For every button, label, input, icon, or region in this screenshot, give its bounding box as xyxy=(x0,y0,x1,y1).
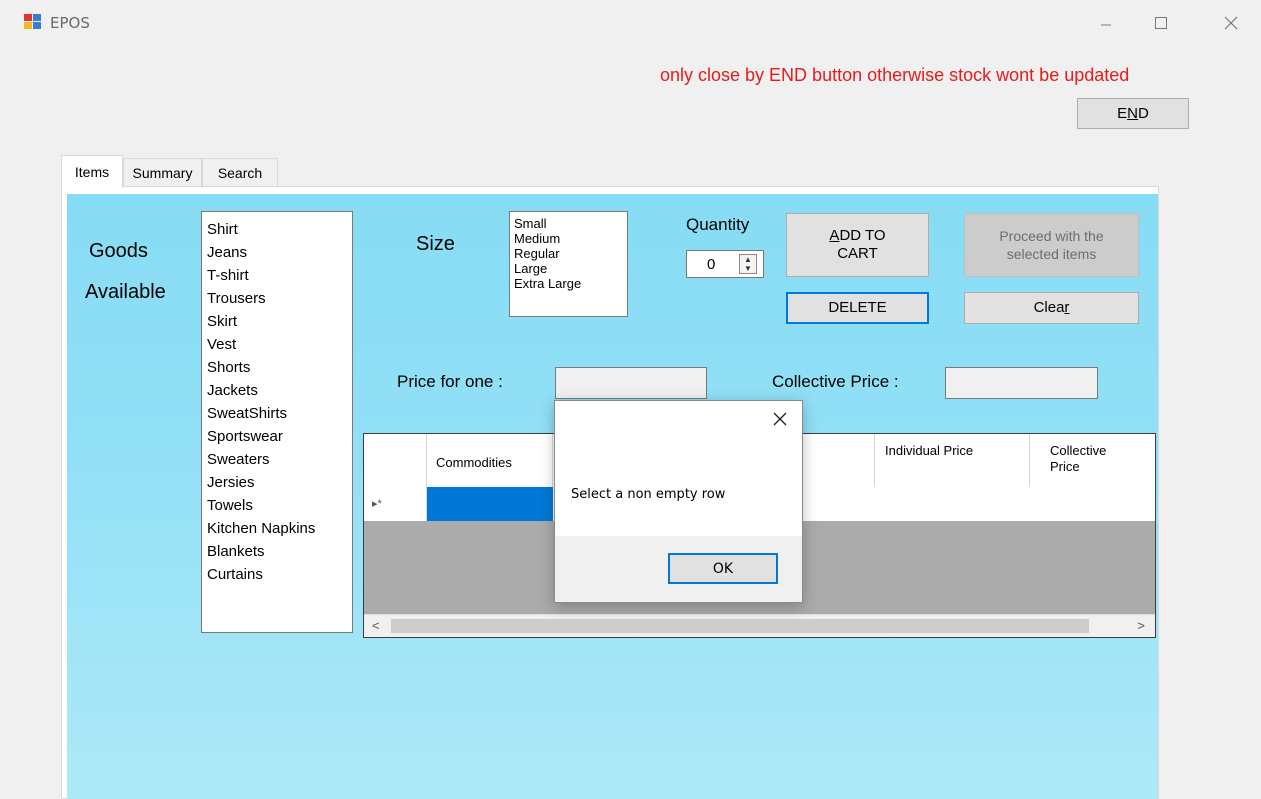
new-row-marker: ▸* xyxy=(364,487,427,521)
close-window-button[interactable] xyxy=(1208,8,1254,38)
dialog-close-icon[interactable] xyxy=(772,411,792,431)
goods-label-line1: Goods xyxy=(89,240,148,262)
title-bar xyxy=(0,0,1261,46)
column-header-commodities[interactable]: Commodities xyxy=(427,434,553,487)
app-icon xyxy=(24,14,41,29)
scroll-left-icon[interactable]: < xyxy=(372,618,380,633)
proceed-button[interactable]: Proceed with the selected items xyxy=(964,213,1139,277)
goods-item[interactable]: Blankets xyxy=(207,540,352,563)
size-option[interactable]: Regular xyxy=(514,246,627,261)
quantity-stepper[interactable]: 0 ▲ ▼ xyxy=(686,250,764,278)
end-button[interactable]: END xyxy=(1077,98,1189,129)
size-option[interactable]: Large xyxy=(514,261,627,276)
tab-search[interactable]: Search xyxy=(202,158,278,186)
goods-item[interactable]: Shorts xyxy=(207,356,352,379)
size-option[interactable]: Extra Large xyxy=(514,276,627,291)
size-option[interactable]: Small xyxy=(514,216,627,231)
collective-price-label: Collective Price : xyxy=(772,372,899,391)
goods-item[interactable]: SweatShirts xyxy=(207,402,352,425)
goods-item[interactable]: Trousers xyxy=(207,287,352,310)
size-label: Size xyxy=(416,233,455,255)
price-for-one-label: Price for one : xyxy=(397,372,503,391)
minimize-button[interactable] xyxy=(1083,8,1129,38)
dialog-footer: OK xyxy=(555,536,802,602)
message-dialog: Select a non empty row OK xyxy=(554,400,803,603)
column-header-collective-price[interactable]: Collective Price xyxy=(1030,434,1155,487)
add-to-cart-label: ADD TO CART xyxy=(829,227,886,262)
tab-items[interactable]: Items xyxy=(61,155,123,188)
size-option[interactable]: Medium xyxy=(514,231,627,246)
goods-item[interactable]: Kitchen Napkins xyxy=(207,517,352,540)
goods-item[interactable]: Curtains xyxy=(207,563,352,586)
tab-summary[interactable]: Summary xyxy=(123,158,202,186)
ok-button[interactable]: OK xyxy=(668,553,778,584)
clear-button[interactable]: Clear xyxy=(964,292,1139,324)
goods-item[interactable]: Sweaters xyxy=(207,448,352,471)
size-listbox[interactable]: Small Medium Regular Large Extra Large xyxy=(509,211,628,317)
add-to-cart-button[interactable]: ADD TO CART xyxy=(786,213,929,277)
dialog-message: Select a non empty row xyxy=(571,487,726,502)
goods-label-line2: Available xyxy=(85,281,166,303)
selected-cell[interactable] xyxy=(427,487,553,521)
maximize-button[interactable] xyxy=(1138,8,1184,38)
scroll-right-icon[interactable]: > xyxy=(1137,618,1145,633)
quantity-label: Quantity xyxy=(686,215,750,234)
goods-listbox[interactable]: Shirt Jeans T-shirt Trousers Skirt Vest … xyxy=(201,211,353,633)
end-button-label: END xyxy=(1117,104,1149,122)
delete-button[interactable]: DELETE xyxy=(786,292,929,324)
goods-item[interactable]: Jeans xyxy=(207,241,352,264)
goods-item[interactable]: Vest xyxy=(207,333,352,356)
horizontal-scrollbar[interactable]: < > xyxy=(364,614,1155,637)
clear-button-label: Clear xyxy=(1033,299,1070,316)
quantity-value: 0 xyxy=(707,256,716,273)
goods-item[interactable]: Jackets xyxy=(207,379,352,402)
collective-price-field xyxy=(945,367,1098,399)
goods-item[interactable]: Sportswear xyxy=(207,425,352,448)
goods-item[interactable]: Shirt xyxy=(207,218,352,241)
spin-arrows-icon[interactable]: ▲ ▼ xyxy=(739,254,757,274)
warning-text: only close by END button otherwise stock… xyxy=(660,65,1130,85)
goods-item[interactable]: Skirt xyxy=(207,310,352,333)
window-title: EPOS xyxy=(50,14,90,32)
goods-item[interactable]: Towels xyxy=(207,494,352,517)
column-header-individual-price[interactable]: Individual Price xyxy=(875,434,1030,487)
scroll-thumb[interactable] xyxy=(391,619,1089,633)
price-for-one-field xyxy=(555,367,707,399)
goods-item[interactable]: T-shirt xyxy=(207,264,352,287)
goods-item[interactable]: Jersies xyxy=(207,471,352,494)
row-header-corner xyxy=(364,434,427,487)
